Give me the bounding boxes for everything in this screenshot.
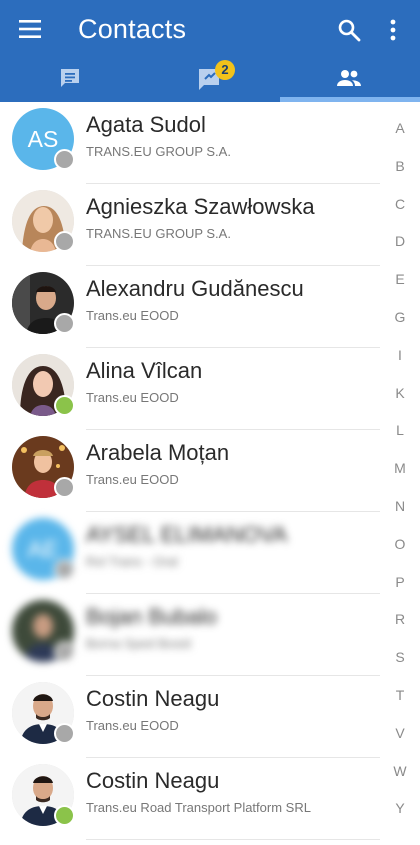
- page-title: Contacts: [78, 14, 187, 44]
- contact-row[interactable]: Bojan Bubalo Borna Sped Bosid: [0, 594, 380, 676]
- contact-row[interactable]: Arabela Moțan Trans.eu EOOD: [0, 430, 380, 512]
- contact-name: Alexandru Gudănescu: [86, 276, 304, 301]
- status-online-dot: [54, 805, 75, 826]
- contact-name: Alina Vîlcan: [86, 358, 203, 383]
- index-letter-v[interactable]: V: [388, 723, 412, 761]
- index-letter-n[interactable]: N: [388, 496, 412, 534]
- index-letter-w[interactable]: W: [388, 761, 412, 799]
- status-offline-dot: [54, 477, 75, 498]
- contact-company: TRANS.EU GROUP S.A.: [86, 226, 231, 241]
- index-letter-y[interactable]: Y: [388, 798, 412, 836]
- index-letter-a[interactable]: A: [388, 118, 412, 156]
- contact-company: Borna Sped Bosid: [86, 636, 191, 651]
- contact-row[interactable]: AS Agata Sudol TRANS.EU GROUP S.A.: [0, 102, 380, 184]
- tab-notifications[interactable]: 2: [140, 56, 280, 102]
- app-bar: Contacts 2: [0, 0, 420, 102]
- contact-name: Agata Sudol: [86, 112, 206, 137]
- contact-company: Trans.eu EOOD: [86, 390, 179, 405]
- contact-row[interactable]: Alexandru Gudănescu Trans.eu EOOD: [0, 266, 380, 348]
- index-letter-k[interactable]: K: [388, 383, 412, 421]
- contact-row[interactable]: Agnieszka Szawłowska TRANS.EU GROUP S.A.: [0, 184, 380, 266]
- more-vert-icon[interactable]: [383, 18, 403, 42]
- status-offline-dot: [54, 313, 75, 334]
- contact-company: Trans.eu EOOD: [86, 718, 179, 733]
- index-letter-e[interactable]: E: [388, 269, 412, 307]
- status-offline-dot: [54, 559, 75, 580]
- contact-name: Arabela Moțan: [86, 440, 230, 465]
- index-letter-s[interactable]: S: [388, 647, 412, 685]
- contact-row[interactable]: Costin Neagu Trans.eu EOOD: [0, 676, 380, 758]
- contact-name: AYSEL ELIMANOVA: [86, 522, 288, 547]
- index-letter-b[interactable]: B: [388, 156, 412, 194]
- contact-name: Bojan Bubalo: [86, 604, 217, 629]
- tab-messages[interactable]: [0, 56, 140, 102]
- status-offline-dot: [54, 723, 75, 744]
- index-letter-m[interactable]: M: [388, 458, 412, 496]
- index-letter-o[interactable]: O: [388, 534, 412, 572]
- menu-icon[interactable]: [19, 20, 41, 38]
- notification-badge: 2: [215, 60, 235, 80]
- index-letter-c[interactable]: C: [388, 194, 412, 232]
- status-online-dot: [54, 395, 75, 416]
- index-letter-p[interactable]: P: [388, 572, 412, 610]
- contact-row[interactable]: AE AYSEL ELIMANOVA Rol Trans - Oral: [0, 512, 380, 594]
- tab-contacts[interactable]: [280, 56, 420, 102]
- contact-name: Costin Neagu: [86, 768, 220, 793]
- contact-company: Rol Trans - Oral: [86, 554, 178, 569]
- index-letter-d[interactable]: D: [388, 231, 412, 269]
- status-offline-dot: [54, 231, 75, 252]
- index-letter-g[interactable]: G: [388, 307, 412, 345]
- index-letter-i[interactable]: I: [388, 345, 412, 383]
- contact-company: TRANS.EU GROUP S.A.: [86, 144, 231, 159]
- alphabet-index[interactable]: A B C D E G I K L M N O P R S T V W Y: [388, 118, 412, 836]
- search-icon[interactable]: [337, 18, 361, 42]
- contact-name: Agnieszka Szawłowska: [86, 194, 315, 219]
- contact-list: AS Agata Sudol TRANS.EU GROUP S.A. Agnie…: [0, 102, 380, 840]
- contact-row[interactable]: Alina Vîlcan Trans.eu EOOD: [0, 348, 380, 430]
- people-icon: [337, 70, 361, 86]
- divider: [86, 839, 380, 840]
- status-offline-dot: [54, 149, 75, 170]
- status-offline-dot: [54, 641, 75, 662]
- contact-name: Costin Neagu: [86, 686, 220, 711]
- index-letter-r[interactable]: R: [388, 609, 412, 647]
- index-letter-t[interactable]: T: [388, 685, 412, 723]
- contact-company: Trans.eu Road Transport Platform SRL: [86, 800, 311, 815]
- chat-icon: [61, 69, 79, 87]
- contact-company: Trans.eu EOOD: [86, 472, 179, 487]
- contact-row[interactable]: Costin Neagu Trans.eu Road Transport Pla…: [0, 758, 380, 840]
- contact-company: Trans.eu EOOD: [86, 308, 179, 323]
- index-letter-l[interactable]: L: [388, 420, 412, 458]
